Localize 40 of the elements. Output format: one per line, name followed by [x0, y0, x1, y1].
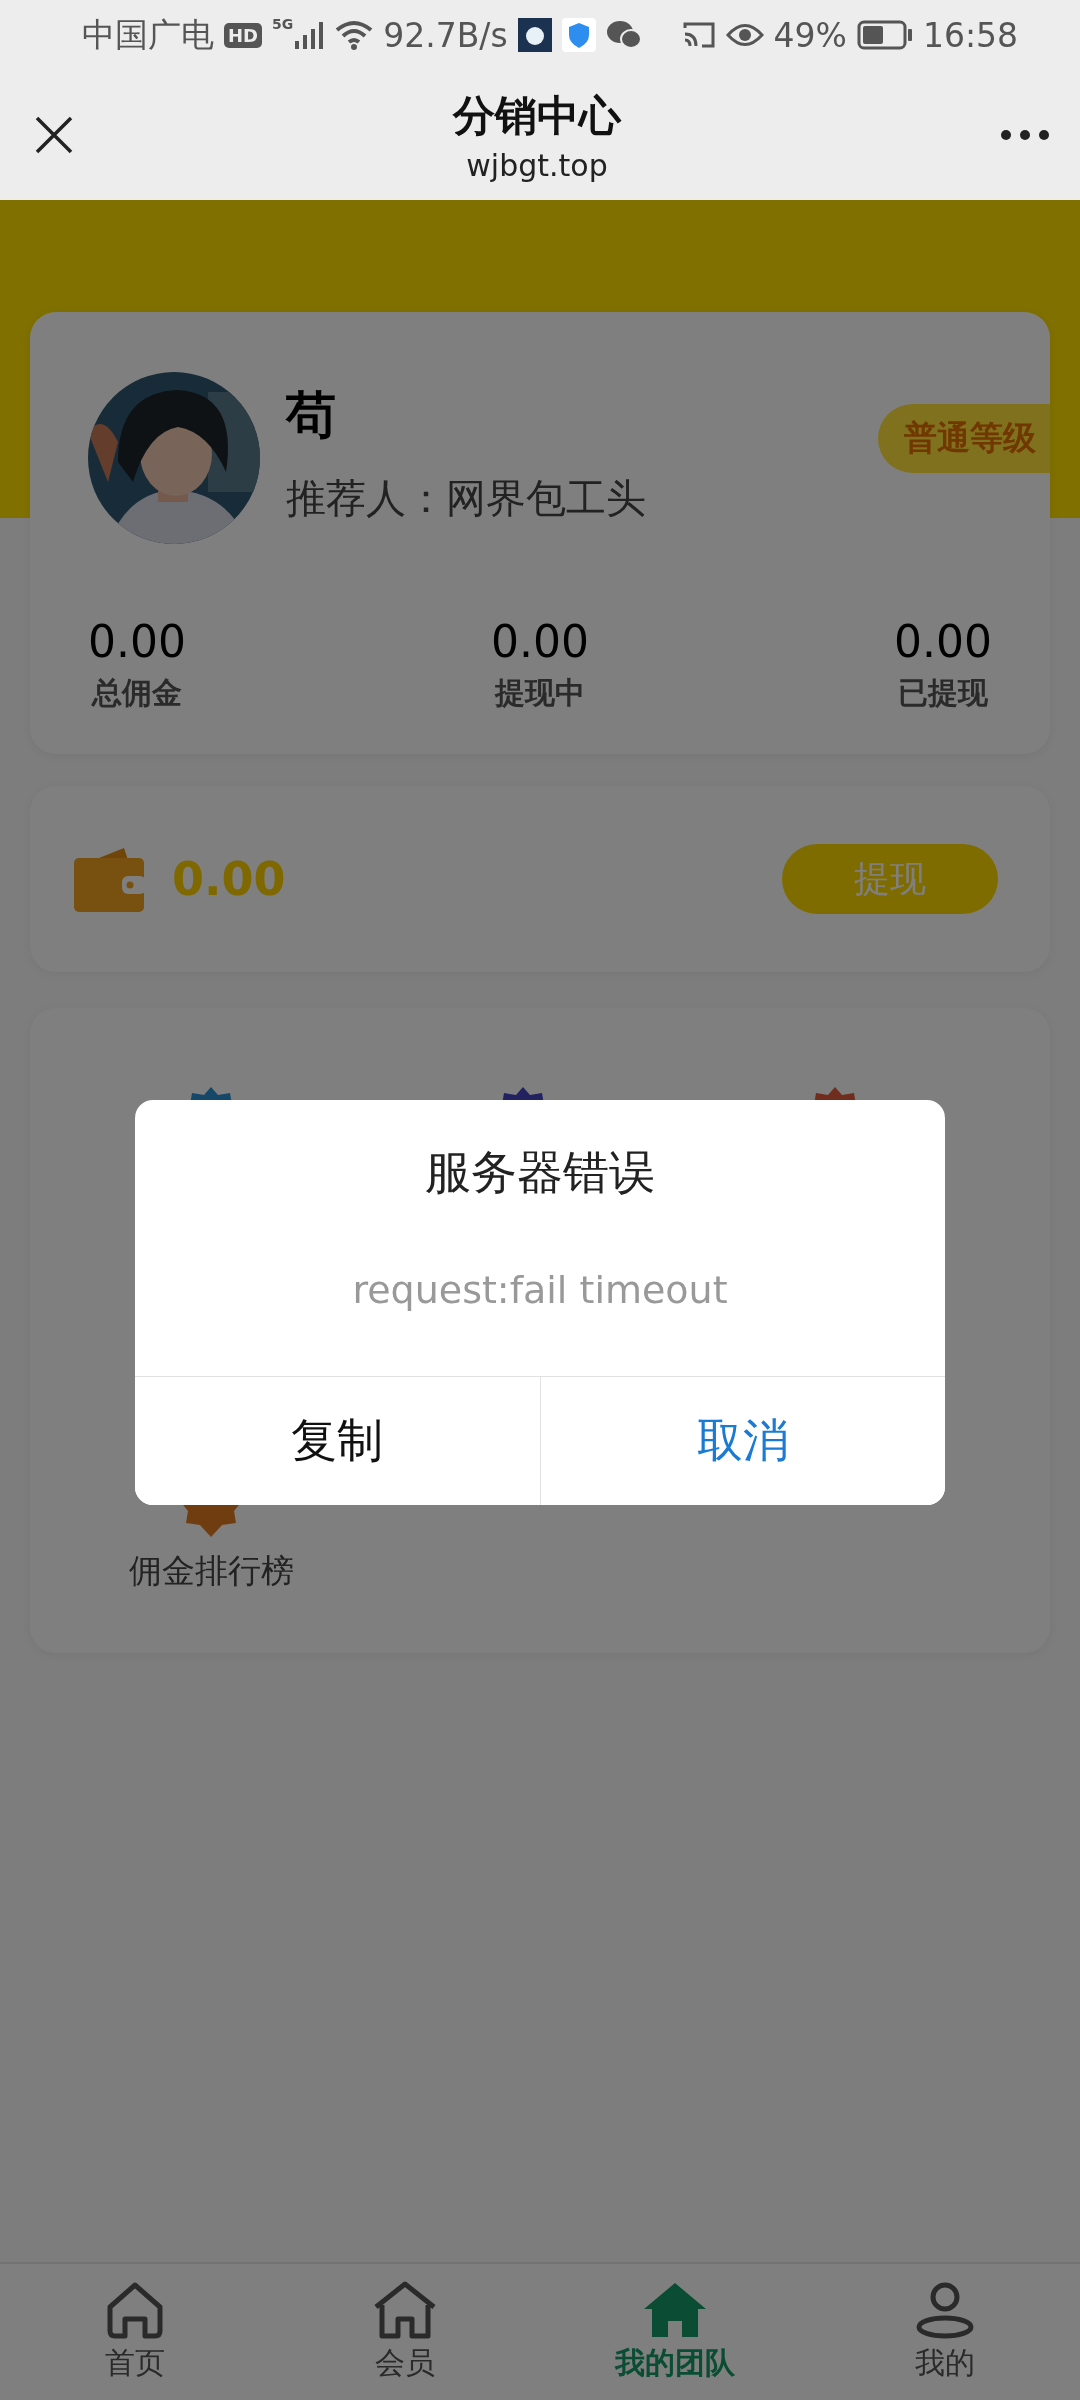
cancel-button[interactable]: 取消	[539, 1377, 945, 1505]
tab-item[interactable]: 我的团队	[540, 2264, 810, 2400]
tab-item[interactable]: 我的	[810, 2264, 1080, 2400]
stat-value: 0.00	[88, 616, 186, 667]
wifi-icon	[335, 20, 374, 50]
dialog-title: 服务器错误	[425, 1144, 655, 1201]
wallet-amount: 0.00	[172, 852, 286, 906]
cast-icon	[681, 20, 716, 50]
battery-percent: 49%	[773, 15, 847, 55]
app-notification-icon	[517, 18, 552, 52]
page-url: wjbgt.top	[466, 147, 608, 183]
house-icon	[374, 2280, 436, 2339]
signal-icon	[295, 21, 326, 49]
more-icon[interactable]	[1000, 129, 1050, 141]
battery-icon	[856, 20, 913, 50]
close-icon[interactable]	[34, 115, 74, 155]
level-badge: 普通等级	[878, 404, 1050, 473]
page-title: 分销中心	[453, 89, 621, 142]
menu-label[interactable]: 佣金排行榜	[128, 1549, 294, 1594]
shield-icon	[561, 18, 596, 52]
user-name: 苟	[286, 385, 337, 446]
user-icon	[914, 2280, 976, 2339]
house-icon	[644, 2280, 706, 2339]
stat-label: 总佣金	[92, 674, 182, 712]
network-type: 5G	[272, 16, 294, 32]
eye-icon	[725, 22, 764, 48]
stat-label: 已提现	[898, 674, 988, 712]
hd-badge: HD	[224, 22, 262, 48]
referrer-text: 推荐人：网界包工头	[286, 474, 646, 523]
carrier-text: 中国广电	[82, 13, 214, 56]
wallet-icon	[74, 846, 146, 912]
dialog-message: request:fail timeout	[352, 1268, 728, 1312]
clock: 16:58	[922, 15, 1018, 55]
tab-item[interactable]: 会员	[270, 2264, 540, 2400]
network-speed: 92.7B/s	[383, 15, 508, 55]
tab-item[interactable]: 首页	[0, 2264, 270, 2400]
chat-icon	[605, 20, 642, 50]
stat-value: 0.00	[491, 616, 589, 667]
stat-label: 提现中	[495, 674, 585, 712]
stat-value: 0.00	[894, 616, 992, 667]
